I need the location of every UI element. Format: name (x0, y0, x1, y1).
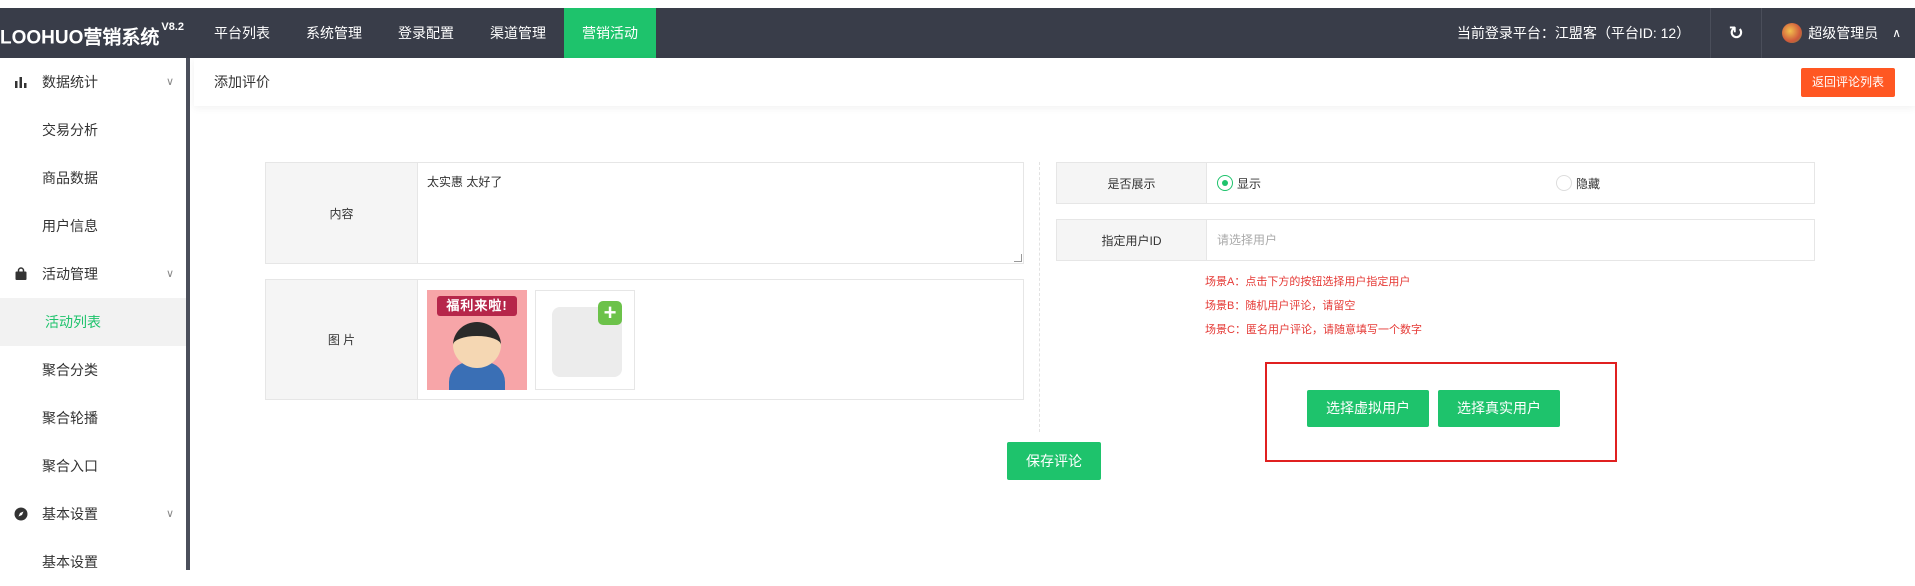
current-platform-info: 当前登录平台：江盟客（平台ID: 12） (1456, 25, 1691, 41)
image-list: 福利来啦! + (418, 280, 1023, 399)
sidebar-group-label: 数据统计 (42, 74, 98, 90)
nav-system-management[interactable]: 系统管理 (288, 8, 380, 58)
sidebar-group-label: 基本设置 (42, 506, 98, 522)
logo-text: LOOHUO营销系统 (0, 27, 160, 49)
radio-unchecked-icon (1556, 175, 1573, 191)
sidebar: 数据统计 ∨ 交易分析 商品数据 用户信息 活动管理 ∨ 活动列表 聚合分类 聚… (0, 58, 190, 570)
chevron-up-icon: ∧ (1892, 26, 1901, 40)
avatar (1782, 23, 1803, 43)
radio-label: 隐藏 (1576, 176, 1601, 191)
image-upload-button[interactable]: + (535, 289, 635, 390)
image-row: 图 片 福利来啦! + (265, 279, 1024, 400)
sidebar-item-trade-analysis[interactable]: 交易分析 (0, 106, 186, 154)
user-menu[interactable]: 超级管理员 ∧ (1762, 8, 1915, 58)
chevron-down-icon: ∨ (165, 268, 174, 280)
top-menu: 平台列表 系统管理 登录配置 渠道管理 营销活动 (196, 8, 656, 58)
radio-hide[interactable]: 隐藏 (1556, 175, 1600, 192)
top-navbar: LOOHUO营销系统V8.2 平台列表 系统管理 登录配置 渠道管理 营销活动 … (0, 0, 1915, 58)
content-textarea[interactable]: 太实惠 太好了 (418, 163, 1023, 263)
page-header: 添加评价 返回评论列表 (194, 58, 1915, 106)
content-row: 内容 太实惠 太好了 (265, 162, 1024, 264)
display-row: 是否展示 显示 隐藏 (1056, 162, 1815, 204)
save-review-button[interactable]: 保存评论 (1007, 442, 1101, 480)
sidebar-item-aggregate-carousel[interactable]: 聚合轮播 (0, 394, 186, 442)
top-strip (0, 0, 1915, 8)
sidebar-group-label: 活动管理 (42, 266, 98, 282)
sidebar-group-data-stats[interactable]: 数据统计 ∨ (0, 58, 186, 106)
sidebar-group-activity-management[interactable]: 活动管理 ∨ (0, 250, 186, 298)
compass-icon (14, 507, 28, 521)
user-id-label: 指定用户ID (1057, 220, 1207, 260)
nav-marketing-activity[interactable]: 营销活动 (564, 8, 656, 58)
display-radio-group: 显示 隐藏 (1207, 163, 1814, 203)
review-image-thumbnail[interactable]: 福利来啦! (427, 289, 527, 390)
select-virtual-user-button[interactable]: 选择虚拟用户 (1307, 390, 1429, 427)
shopping-bag-icon (15, 267, 27, 280)
scene-a-hint: 场景A：点击下方的按钮选择用户指定用户 (1205, 276, 1411, 288)
sidebar-item-user-info[interactable]: 用户信息 (0, 202, 186, 250)
user-id-input[interactable] (1207, 220, 1814, 260)
back-to-review-list-button[interactable]: 返回评论列表 (1800, 68, 1895, 97)
radio-label: 显示 (1237, 176, 1262, 191)
nav-platform-list[interactable]: 平台列表 (196, 8, 288, 58)
select-real-user-button[interactable]: 选择真实用户 (1438, 390, 1560, 427)
thumbnail-banner: 福利来啦! (437, 295, 517, 316)
scene-b-hint: 场景B：随机用户评论，请留空 (1205, 300, 1356, 312)
radio-checked-icon (1217, 175, 1233, 191)
page-title: 添加评价 (214, 74, 270, 90)
nav-channel-management[interactable]: 渠道管理 (472, 8, 564, 58)
refresh-icon[interactable]: ↻ (1711, 8, 1761, 58)
chevron-down-icon: ∨ (165, 76, 174, 88)
version-badge: V8.2 (161, 21, 185, 33)
user-id-row: 指定用户ID (1056, 219, 1815, 261)
chevron-down-icon: ∨ (165, 508, 174, 520)
content-label: 内容 (266, 163, 418, 263)
plus-icon: + (598, 300, 622, 325)
sidebar-item-activity-list[interactable]: 活动列表 (0, 298, 186, 346)
nav-login-config[interactable]: 登录配置 (380, 8, 472, 58)
bar-chart-icon (15, 77, 27, 88)
column-divider (1039, 162, 1040, 432)
sidebar-group-basic-settings[interactable]: 基本设置 ∨ (0, 490, 186, 538)
username: 超级管理员 (1808, 25, 1879, 41)
scene-c-hint: 场景C：匿名用户评论，请随意填写一个数字 (1205, 324, 1422, 336)
display-label: 是否展示 (1057, 163, 1207, 203)
sidebar-item-aggregate-entry[interactable]: 聚合入口 (0, 442, 186, 490)
thumbnail-figure-face (453, 321, 501, 368)
radio-show[interactable]: 显示 (1217, 175, 1261, 192)
header-right: 当前登录平台：江盟客（平台ID: 12） ↻ 超级管理员 ∧ (1437, 8, 1915, 58)
content-text: 太实惠 太好了 (427, 175, 503, 189)
sidebar-item-aggregate-category[interactable]: 聚合分类 (0, 346, 186, 394)
app-logo[interactable]: LOOHUO营销系统V8.2 (0, 8, 184, 58)
sidebar-item-product-data[interactable]: 商品数据 (0, 154, 186, 202)
sidebar-item-basic-settings[interactable]: 基本设置 (0, 538, 186, 586)
resize-handle-icon[interactable] (1014, 254, 1022, 262)
image-label: 图 片 (266, 280, 418, 399)
